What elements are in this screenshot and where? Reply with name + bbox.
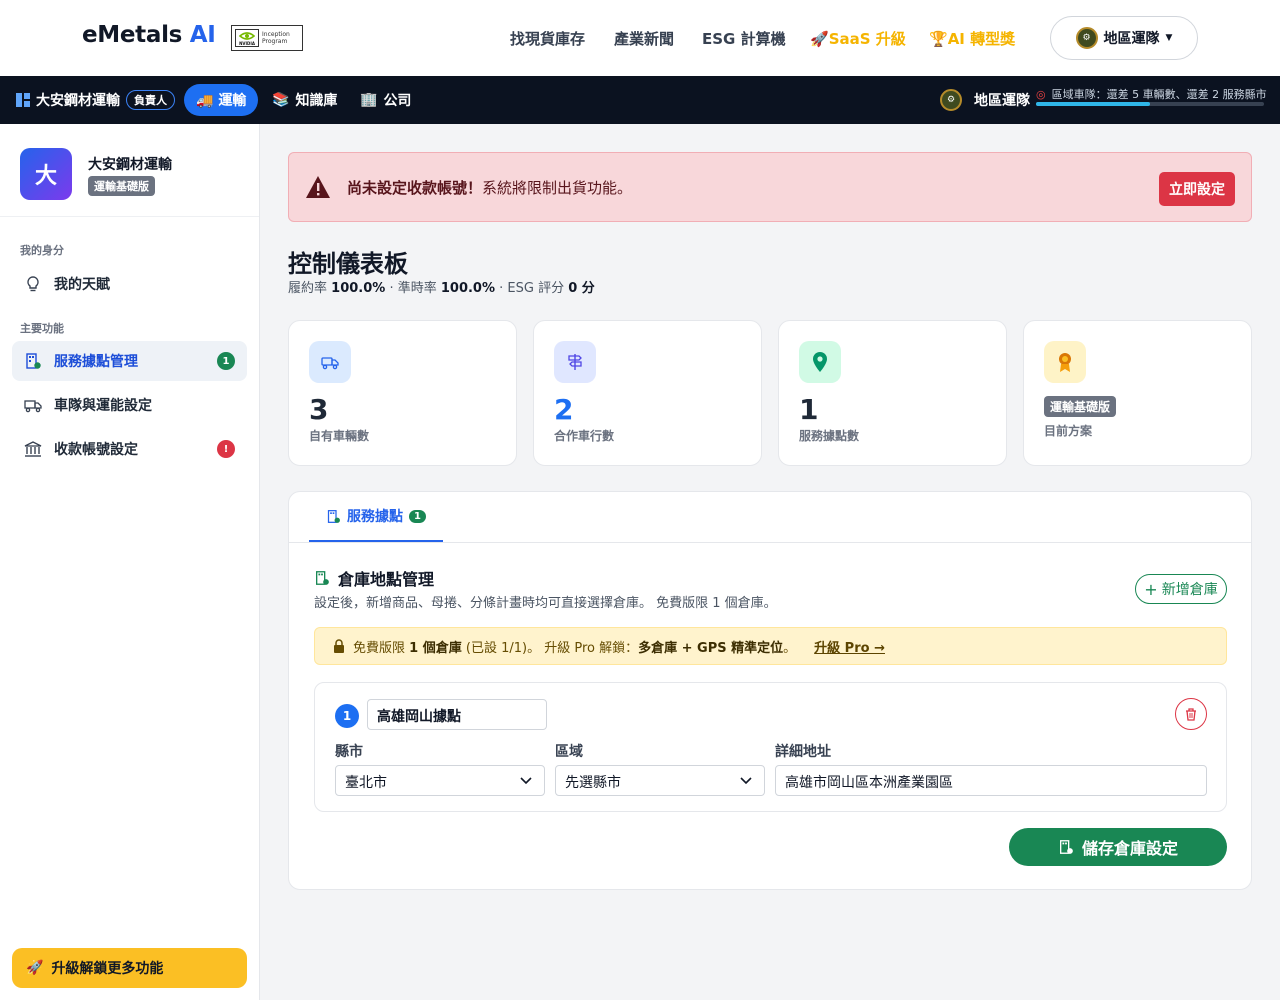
tier-badge: 運輸基礎版 bbox=[88, 176, 155, 196]
company-avatar: 大 bbox=[20, 148, 72, 200]
payment-alert: 尚未設定收款帳號！系統將限制出貨功能。 立即設定 bbox=[288, 152, 1252, 222]
alert-text: 系統將限制出貨功能。 bbox=[482, 179, 633, 197]
address-label: 詳細地址 bbox=[775, 744, 831, 760]
region-status-text: ◎ 區域車隊：還差 5 車輛數、還差 2 服務縣市 bbox=[1036, 87, 1267, 102]
service-points-panel: 服務據點 1 倉庫地點管理 設定後，新增商品、母捲、分條計畫時均可直接選擇倉庫。… bbox=[288, 491, 1252, 890]
region-team-status: ⚙ 地區運隊 bbox=[940, 76, 1030, 124]
sidebar-item-fleet[interactable]: 車隊與運能設定 bbox=[12, 385, 247, 425]
tab-company[interactable]: 🏢 公司 bbox=[360, 76, 411, 124]
building-check-icon bbox=[316, 571, 329, 585]
payment-warning-badge: ! bbox=[217, 440, 235, 458]
building-check-icon bbox=[26, 353, 41, 369]
save-warehouse-button[interactable]: 儲存倉庫設定 bbox=[1009, 828, 1227, 866]
target-icon: ◎ bbox=[1036, 87, 1046, 101]
service-points-count-badge: 1 bbox=[217, 352, 235, 370]
caret-down-icon: ▼ bbox=[1165, 33, 1173, 43]
kpi-summary: 履約率 100.0% · 準時率 100.0% · ESG 評分 0 分 bbox=[288, 281, 595, 296]
stat-label: 合作車行數 bbox=[554, 429, 615, 443]
stat-value: 3 bbox=[309, 393, 329, 426]
stat-card-own-vehicles: 3 自有車輛數 bbox=[288, 320, 517, 466]
nav-news[interactable]: 產業新聞 bbox=[614, 28, 674, 49]
setup-now-button[interactable]: 立即設定 bbox=[1159, 172, 1235, 206]
upgrade-unlock-button[interactable]: 🚀 升級解鎖更多功能 bbox=[12, 948, 247, 988]
tab-service-points[interactable]: 服務據點 1 bbox=[309, 492, 443, 542]
stat-card-current-plan: 運輸基礎版 目前方案 bbox=[1023, 320, 1252, 466]
tab-knowledge[interactable]: 📚 知識庫 bbox=[272, 76, 337, 124]
warning-triangle-icon bbox=[306, 176, 330, 198]
books-icon: 📚 bbox=[272, 92, 290, 108]
stat-label: 目前方案 bbox=[1044, 424, 1093, 438]
address-input[interactable]: 高雄市岡山區本洲產業園區 bbox=[775, 765, 1207, 796]
building-check-icon bbox=[327, 509, 340, 523]
region-dropdown-button[interactable]: ⚙ 地區運隊 ▼ bbox=[1050, 16, 1198, 60]
add-warehouse-button[interactable]: + 新增倉庫 bbox=[1135, 574, 1227, 604]
nvidia-logo-icon: NVIDIA bbox=[235, 29, 259, 47]
section-label-main: 主要功能 bbox=[20, 322, 64, 335]
plus-icon: + bbox=[1144, 579, 1158, 599]
sidebar-item-talent[interactable]: 我的天賦 bbox=[12, 264, 247, 304]
sidebar: 大 大安鋼材運輸 運輸基礎版 我的身分 我的天賦 主要功能 服務據點管理 1 車… bbox=[0, 124, 260, 1000]
trophy-icon: 🏆 bbox=[929, 30, 948, 48]
nav-ai-award[interactable]: 🏆AI 轉型獎 bbox=[929, 28, 1015, 49]
tab-count-badge: 1 bbox=[409, 509, 426, 523]
stat-card-service-points: 1 服務據點數 bbox=[778, 320, 1007, 466]
district-label: 區域 bbox=[555, 744, 583, 760]
district-select[interactable]: 先選縣市 bbox=[555, 765, 765, 796]
lock-icon bbox=[334, 639, 344, 653]
stat-label: 自有車輛數 bbox=[309, 429, 370, 443]
building-icon: 🏢 bbox=[360, 92, 378, 108]
trash-icon bbox=[1186, 708, 1196, 721]
nav-stock[interactable]: 找現貨庫存 bbox=[510, 28, 585, 49]
stat-label: 服務據點數 bbox=[799, 429, 860, 443]
warehouse-card: 1 高雄岡山據點 縣市 區域 詳細地址 臺北市 先選縣市 高雄市岡山區本洲產業園… bbox=[314, 682, 1227, 812]
section-description: 設定後，新增商品、母捲、分條計畫時均可直接選擇倉庫。 免費版限 1 個倉庫。 bbox=[314, 596, 777, 611]
alert-bold-text: 尚未設定收款帳號！ bbox=[347, 179, 483, 197]
stat-card-partner-carriers: 2 合作車行數 bbox=[533, 320, 762, 466]
sidebar-item-payment-account[interactable]: 收款帳號設定 ! bbox=[12, 429, 247, 469]
role-badge: 負責人 bbox=[126, 90, 175, 110]
nav-saas-upgrade[interactable]: 🚀SaaS 升級 bbox=[810, 28, 906, 49]
region-team-icon: ⚙ bbox=[1075, 27, 1098, 49]
county-label: 縣市 bbox=[335, 744, 363, 760]
warehouse-name-input[interactable]: 高雄岡山據點 bbox=[367, 699, 547, 730]
tab-transport[interactable]: 🚚 運輸 bbox=[184, 76, 259, 124]
upgrade-pro-link[interactable]: 升級 Pro → bbox=[814, 637, 885, 656]
stat-value: 2 bbox=[554, 393, 574, 426]
map-pin-icon bbox=[799, 341, 841, 383]
page-title: 控制儀表板 bbox=[288, 250, 408, 278]
company-switcher[interactable]: 大安鋼材運輸 負責人 bbox=[16, 76, 175, 124]
chevron-down-icon bbox=[740, 777, 752, 785]
section-label-identity: 我的身分 bbox=[20, 244, 64, 257]
rocket-icon: 🚀 bbox=[26, 960, 44, 976]
truck-emoji-icon: 🚚 bbox=[196, 93, 214, 109]
free-tier-warning: 免費版限 1 個倉庫 (已設 1/1)。 升級 Pro 解鎖：多倉庫 + GPS… bbox=[314, 627, 1227, 665]
building-check-icon bbox=[1059, 840, 1073, 854]
award-icon bbox=[1044, 341, 1086, 383]
county-select[interactable]: 臺北市 bbox=[335, 765, 545, 796]
rocket-icon: 🚀 bbox=[810, 30, 829, 48]
plan-badge: 運輸基礎版 bbox=[1044, 396, 1117, 417]
brand-logo[interactable]: eMetals AI bbox=[82, 22, 216, 48]
sidebar-company-name: 大安鋼材運輸 bbox=[88, 157, 172, 173]
truck-icon bbox=[24, 400, 42, 413]
truck-icon bbox=[309, 341, 351, 383]
nvidia-inception-badge: NVIDIA Inception Program bbox=[231, 25, 303, 51]
stat-value: 1 bbox=[799, 393, 819, 426]
lightbulb-icon bbox=[27, 276, 39, 292]
grid-icon bbox=[16, 93, 30, 107]
nav-esg-calculator[interactable]: ESG 計算機 bbox=[702, 28, 786, 49]
region-team-icon: ⚙ bbox=[940, 89, 962, 111]
context-bar: 大安鋼材運輸 負責人 🚚 運輸 📚 知識庫 🏢 公司 ⚙ 地區運隊 ◎ 區域車隊：還差… bbox=[0, 76, 1280, 124]
signpost-icon bbox=[554, 341, 596, 383]
section-title: 倉庫地點管理 bbox=[314, 566, 434, 590]
top-navbar: eMetals AI NVIDIA Inception Program 找現貨庫存… bbox=[0, 0, 1280, 76]
bank-icon bbox=[24, 441, 42, 457]
chevron-down-icon bbox=[520, 777, 532, 785]
sidebar-item-service-points[interactable]: 服務據點管理 1 bbox=[12, 341, 247, 381]
delete-warehouse-button[interactable] bbox=[1175, 698, 1207, 730]
warehouse-index-badge: 1 bbox=[335, 704, 359, 728]
region-progress-bar bbox=[1036, 102, 1264, 106]
